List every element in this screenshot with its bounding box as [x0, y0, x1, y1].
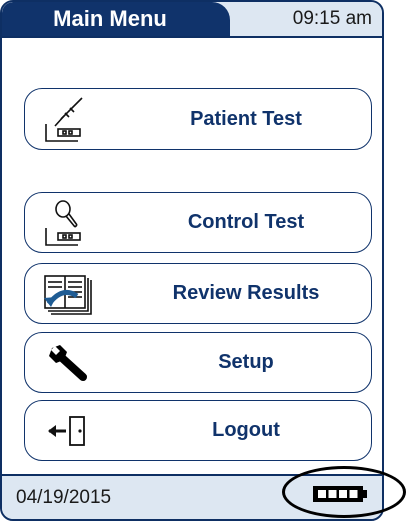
book-results-icon [35, 264, 103, 323]
header-bar: Main Menu 09:15 am [2, 2, 382, 38]
patient-test-button[interactable]: Patient Test [24, 88, 372, 150]
clock: 09:15 am [292, 8, 372, 29]
dropper-test-strip-icon [35, 193, 103, 252]
setup-label: Setup [218, 351, 274, 373]
syringe-test-strip-icon [35, 89, 103, 149]
control-test-label: Control Test [187, 211, 305, 233]
control-test-button[interactable]: Control Test [24, 192, 372, 253]
logout-door-icon [35, 401, 103, 460]
battery-highlight-circle [282, 466, 406, 518]
wrench-icon [35, 333, 103, 392]
review-results-label: Review Results [172, 282, 320, 304]
patient-test-label: Patient Test [190, 107, 302, 130]
date: 04/19/2015 [16, 486, 112, 508]
page-title: Main Menu [2, 2, 230, 36]
setup-button[interactable]: Setup [24, 332, 372, 393]
device-screen: Main Menu 09:15 am Patient Test Control … [0, 0, 384, 521]
logout-label: Logout [212, 419, 280, 441]
review-results-button[interactable]: Review Results [24, 263, 372, 324]
logout-button[interactable]: Logout [24, 400, 372, 461]
